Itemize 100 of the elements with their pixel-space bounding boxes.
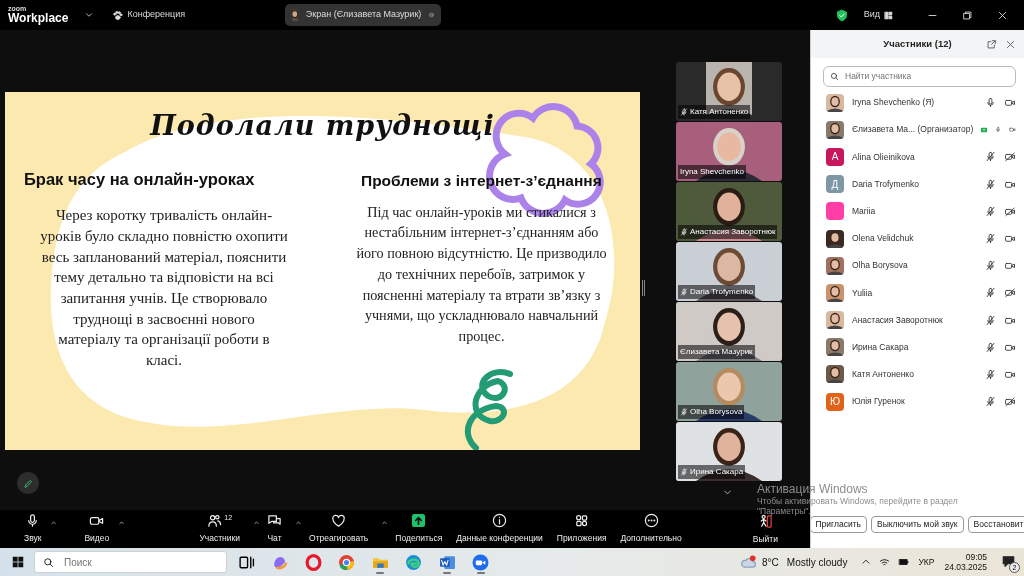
muted-mic-icon[interactable] [985,178,996,190]
toolbar-button[interactable]: Отреагировать [307,513,371,545]
start-button[interactable] [12,556,24,568]
column-heading: Брак часу на онлайн-уроках [24,168,256,190]
search-field[interactable]: Найти участника [823,66,1016,87]
camera-icon[interactable] [1004,97,1016,109]
camera-icon[interactable] [1004,233,1016,245]
splitter-handle[interactable] [642,280,645,296]
muted-mic-icon[interactable] [985,233,996,245]
video-app-icon [472,553,489,571]
avatar: Д [826,175,844,194]
video-off-icon[interactable] [1004,287,1016,299]
participant-name: Юлія Гуренок [852,395,906,409]
muted-mic-icon[interactable] [985,287,996,299]
muted-mic-icon[interactable] [985,260,996,272]
shield-icon [835,8,848,22]
muted-mic-icon[interactable] [985,396,996,408]
participant-name: Єлизавета Мазурик [680,346,753,358]
close-icon[interactable] [997,9,1008,21]
annotate-button[interactable] [17,472,39,494]
participant-name: Olha Borysova [690,406,743,418]
chevron-up-icon[interactable] [861,557,872,567]
participant-name: Iryna Shevchenko [680,166,745,178]
view-button[interactable]: Вид [863,8,893,22]
video-off-icon[interactable] [1004,151,1016,163]
wifi-icon [879,556,891,568]
more-icon[interactable] [429,9,435,21]
battery-icon [898,557,911,567]
participant-row[interactable]: Катя Антоненко [811,360,1024,389]
toolbar-button[interactable]: Видео [82,513,112,545]
muted-mic-icon[interactable] [985,314,996,326]
participant-name: Анастасия Заворотнюк [690,226,776,238]
apps-icon [574,513,590,529]
video-off-icon[interactable] [1004,396,1016,408]
chevron-down-icon[interactable] [84,10,95,20]
toolbar-button[interactable]: Чат [265,513,284,545]
participant-row[interactable]: A Alina Olieinikova [811,143,1024,171]
video-tile[interactable]: Єлизавета Мазурик [676,302,782,361]
participant-name: Ирина Сакара [690,466,744,478]
video-tile[interactable]: Iryna Shevchenko [676,122,782,181]
video-tile[interactable]: Olha Borysova [676,362,782,421]
restore-icon[interactable] [962,9,973,21]
participant-row[interactable]: Yuliia [811,279,1024,307]
toolbar-button[interactable]: Звук [22,513,44,545]
speech-bubble-icon [1001,555,1016,569]
video-tile[interactable]: Анастасия Заворотнюк [676,182,782,241]
share-pill[interactable]: Экран (Єлизавета Мазурик) [285,4,442,26]
video-tile[interactable]: Daria Trofymenko [676,242,782,301]
participant-row[interactable]: Анастасия Заворотнюк [811,306,1024,334]
muted-mic-icon[interactable] [985,151,996,163]
search-icon [43,556,54,568]
video-tile[interactable]: Ирина Сакара [676,422,782,481]
toolbar-button[interactable]: Дополнительно [618,513,684,545]
participant-row[interactable]: Olha Borysova [811,252,1024,280]
close-icon[interactable] [1005,38,1016,50]
share-pill-label: Экран (Єлизавета Мазурик) [305,8,422,22]
info-icon [492,513,507,529]
avatar: A [826,147,844,166]
search-icon [830,72,839,81]
toolbar-button[interactable]: Данные конференции [454,513,545,545]
meeting-menu[interactable]: Конференция [112,8,186,22]
clock-time[interactable]: 09:05 [965,552,987,562]
panel-button[interactable]: Пригласить [811,516,867,533]
participant-row[interactable]: Ирина Сакара [811,333,1024,361]
weather-widget[interactable]: 8°C Mostly cloudy [740,554,848,570]
opera-icon [304,553,322,571]
language-indicator[interactable]: УКР [918,555,935,569]
participant-name: Olha Borysova [852,259,909,273]
clock-date[interactable]: 24.03.2025 [944,562,987,572]
participant-name: Olena Velidchuk [852,232,915,245]
mic-icon[interactable] [985,97,996,109]
panel-title: Участники (12) [883,36,952,51]
column-paragraph: Через коротку тривалість онлайн- уроків було складно повністю охопити весь запланований матеріал, пояснити тему детально та відповісти на всі запитання учнів. Це створювало труднощі в засвоєнні нового матеріалу та організації роботи в класі. [39,206,289,371]
participant-row[interactable]: Ю Юлія Гуренок [811,388,1024,416]
search-input[interactable]: Найти участника [843,69,993,84]
leave-button[interactable]: Выйти [750,514,780,548]
search-field[interactable]: Поиск [34,551,227,573]
muted-mic-icon[interactable] [985,205,996,217]
column-heading: Проблеми з інтернет-з’єднання [361,170,603,191]
participant-row[interactable]: Mariia [811,197,1024,225]
toolbar-button[interactable]: Приложения [554,513,609,545]
more-icon [643,513,659,529]
search-input[interactable]: Поиск [62,553,212,571]
participant-name: Alina Olieinikova [852,150,916,164]
pop-out-icon[interactable] [986,38,997,50]
camera-icon[interactable] [1004,260,1016,272]
participant-row[interactable]: Olena Velidchuk [811,224,1024,253]
muted-mic-icon[interactable] [985,341,996,353]
participant-row[interactable]: Єлизавета Ма... (Организатор) [811,116,1024,144]
muted-mic-icon[interactable] [985,368,996,380]
panel-button[interactable]: Выключить мой звук [871,516,964,533]
participant-row[interactable]: Д Daria Trofymenko [811,170,1024,198]
toolbar-button[interactable]: Поделиться [393,513,445,545]
participant-name: Анастасия Заворотнюк [852,313,944,327]
video-off-icon[interactable] [1004,205,1016,217]
participant-name: Єлизавета Ма... (Организатор) [852,123,974,137]
participant-row[interactable]: Iryna Shevchenko (Я) [811,89,1024,117]
panel-button[interactable]: Восстановит [967,516,1024,533]
logo-text: Workplace [8,12,69,25]
pencil-icon [22,477,34,489]
